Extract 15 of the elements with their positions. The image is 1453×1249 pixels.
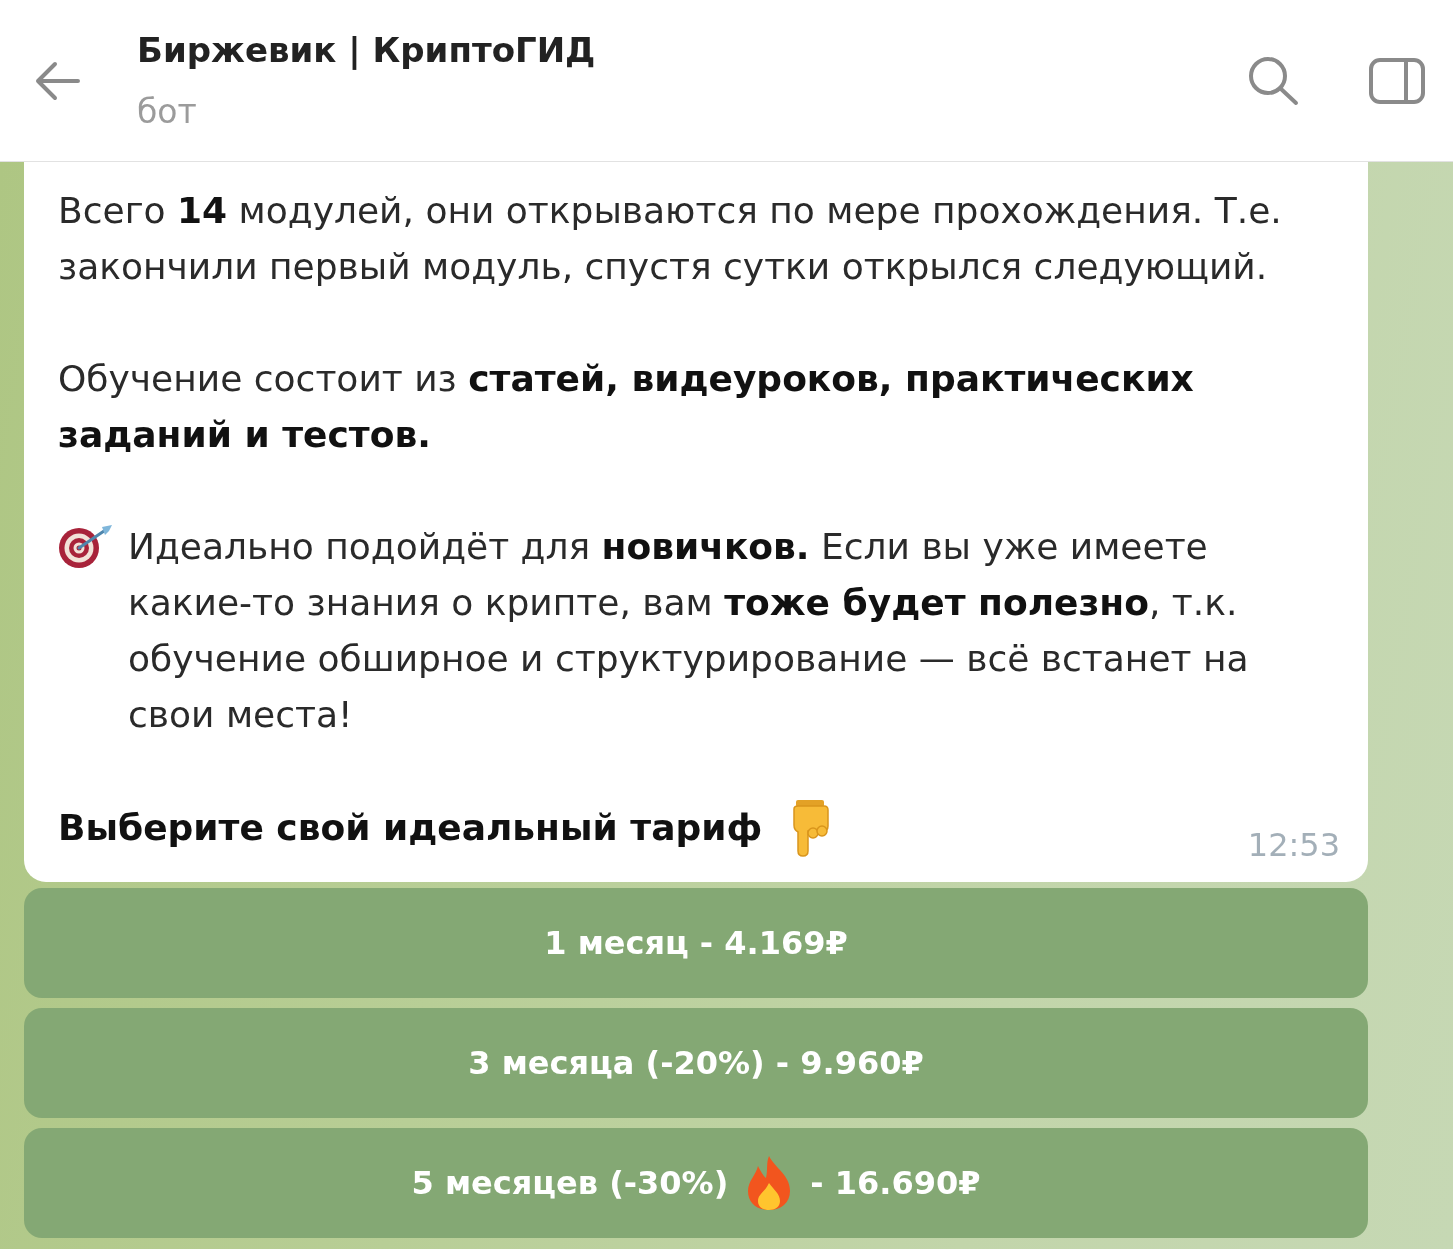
message-paragraph: Обучение состоит из статей, видеуроков, практических заданий и тестов. (58, 357, 1195, 457)
message-paragraph: Всего 14 модулей, они открываются по мере прохождения. Т.е. закончили первый модуль, спустя сутки открылся следующий. (58, 189, 1283, 289)
chat-subtitle: бот (137, 90, 197, 133)
sidebar-toggle-icon[interactable] (1369, 57, 1425, 104)
search-icon[interactable] (1247, 55, 1299, 106)
message-paragraph: Идеально подойдёт для новичков. Если вы уже имеете какие-то знания о крипте, вам тоже будет полезно, т.к. обучение обширное и структурирование — всё встанет на свои места! (128, 525, 1250, 737)
tariff-button[interactable]: 1 месяц - 4.169₽ (24, 888, 1368, 998)
chat-title: Биржевик | КриптоГИД (137, 28, 596, 72)
tariff-button[interactable]: 3 месяца (-20%) - 9.960₽ (24, 1008, 1368, 1118)
target-icon (58, 523, 114, 569)
tariff-button[interactable]: 5 месяцев (-30%) - 16.690₽ (24, 1128, 1368, 1238)
message-time: 12:53 (1247, 825, 1340, 865)
back-arrow-icon[interactable] (33, 60, 81, 101)
fire-icon (746, 1155, 793, 1211)
message-paragraph: Выберите свой идеальный тариф (58, 806, 763, 850)
